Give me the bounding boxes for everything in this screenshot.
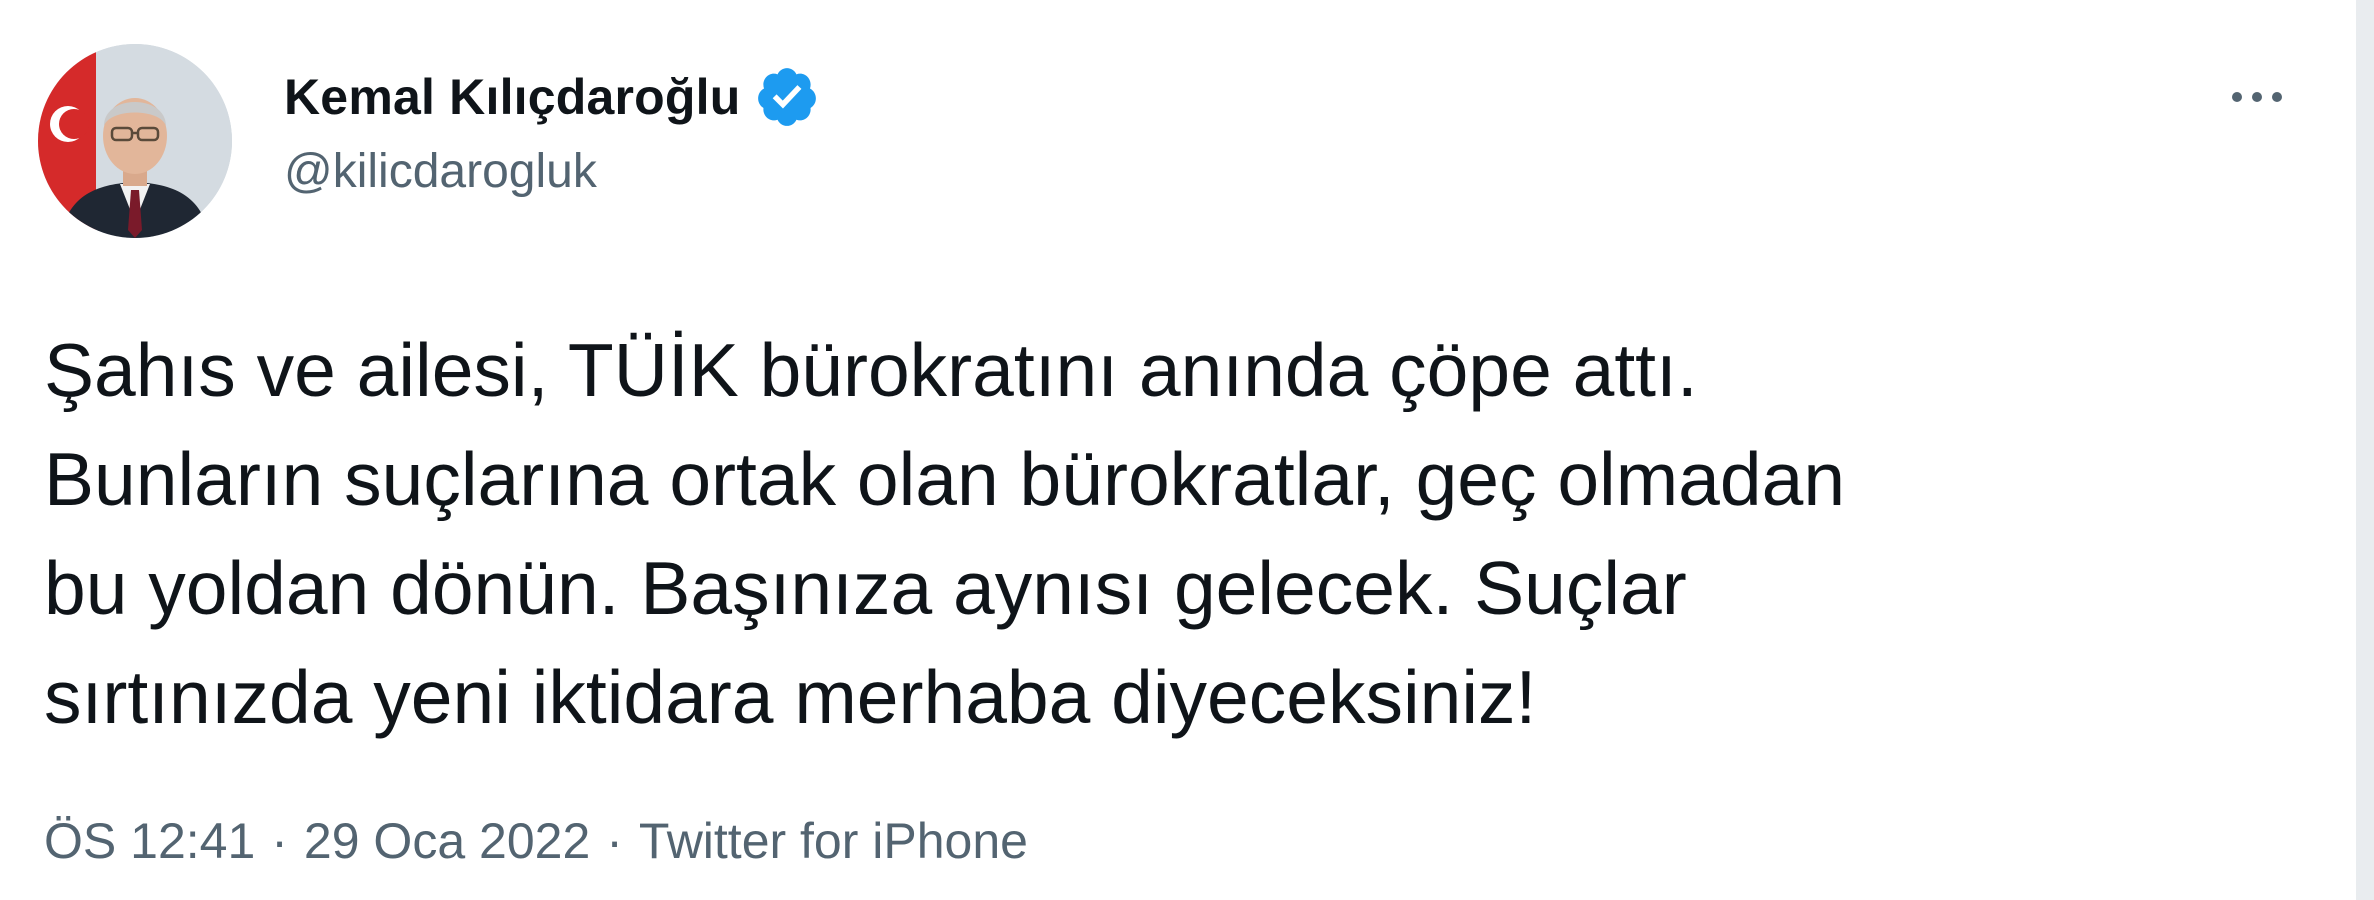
tweet-time[interactable]: ÖS 12:41 <box>44 812 255 870</box>
display-name[interactable]: Kemal Kılıçdaroğlu <box>284 68 740 126</box>
name-row: Kemal Kılıçdaroğlu <box>284 62 820 132</box>
meta-separator: · <box>606 813 623 869</box>
more-options-button[interactable] <box>2212 62 2302 132</box>
tweet-meta: ÖS 12:41 · 29 Oca 2022 · Twitter for iPh… <box>44 812 1028 870</box>
author-handle[interactable]: @kilicdarogluk <box>284 144 820 199</box>
tweet-source[interactable]: Twitter for iPhone <box>639 812 1028 870</box>
more-horizontal-icon <box>2232 92 2282 102</box>
profile-photo <box>38 44 232 238</box>
verified-badge-icon <box>758 68 817 126</box>
page-edge <box>2356 0 2374 900</box>
tweet-author: Kemal Kılıçdaroğlu @kilicdarogluk <box>284 62 820 199</box>
tweet-text: Şahıs ve ailesi, TÜİK bürokratını anında… <box>44 328 1846 739</box>
avatar[interactable] <box>38 44 232 238</box>
tweet-card: Kemal Kılıçdaroğlu @kilicdarogluk Şahıs … <box>0 0 2374 900</box>
meta-separator: · <box>271 813 288 869</box>
tweet-date[interactable]: 29 Oca 2022 <box>304 812 590 870</box>
